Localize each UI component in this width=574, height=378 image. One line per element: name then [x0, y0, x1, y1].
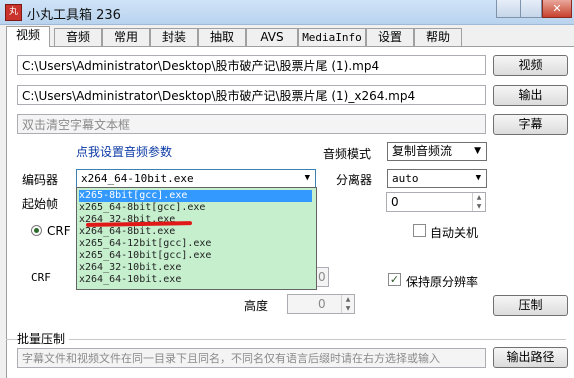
minimize-button[interactable]	[496, 0, 522, 18]
tab-common[interactable]: 常用	[102, 28, 150, 46]
start-frame-value: 0	[391, 195, 399, 209]
audio-params-link[interactable]: 点我设置音频参数	[76, 143, 172, 160]
chevron-down-icon: ▼	[475, 173, 481, 183]
tab-help[interactable]: 帮助	[414, 28, 462, 46]
auto-shutdown-label: 自动关机	[430, 226, 479, 240]
start-frame-label: 起始帧	[22, 197, 59, 211]
encoder-option[interactable]: x264_64-8bit.exe	[79, 226, 312, 238]
app-icon: 丸	[5, 4, 22, 21]
height-label: 高度	[244, 299, 269, 313]
output-path-field[interactable]: C:\Users\Administrator\Desktop\股市破产记\股票片…	[17, 85, 486, 105]
encoder-option[interactable]: x265_64-10bit[gcc].exe	[79, 250, 312, 262]
start-frame-spinner[interactable]: 0 ▲ ▼	[386, 192, 486, 212]
auto-shutdown-checkbox[interactable]	[413, 224, 426, 237]
keep-resolution-checkbox[interactable]: ✓	[388, 273, 401, 286]
height-value: 0	[318, 297, 326, 311]
crf-radio-label: CRF	[47, 224, 71, 238]
radio-dot-icon	[34, 228, 39, 233]
encoder-option[interactable]: x265_64-12bit[gcc].exe	[79, 238, 312, 250]
demuxer-select[interactable]: auto ▼	[387, 169, 487, 188]
chevron-down-icon: ▼	[304, 173, 310, 183]
tab-video[interactable]: 视频	[6, 26, 50, 47]
tab-mediainfo[interactable]: MediaInfo	[298, 28, 366, 46]
encoder-value: x264_64-10bit.exe	[81, 172, 194, 185]
spin-arrows-icon[interactable]: ▲ ▼	[341, 295, 354, 313]
subtitle-button[interactable]: 字幕	[493, 114, 568, 135]
demuxer-value: auto	[392, 172, 419, 185]
encoder-option[interactable]: x264_64-10bit.exe	[79, 274, 312, 286]
crf-radio[interactable]	[31, 225, 42, 236]
audio-mode-label: 音频模式	[323, 147, 372, 161]
keep-resolution-label: 保持原分辨率	[406, 275, 479, 289]
tab-extract[interactable]: 抽取	[198, 28, 246, 46]
demuxer-label: 分离器	[336, 173, 373, 187]
tab-mux[interactable]: 封装	[150, 28, 198, 46]
spin-arrows-icon[interactable]: ▲ ▼	[472, 193, 485, 211]
window-controls: ✕	[496, 0, 572, 19]
title-bar: 丸 小丸工具箱 236 ✕	[0, 0, 574, 25]
batch-label: 批量压制	[17, 330, 70, 347]
window-title: 小丸工具箱 236	[27, 8, 121, 23]
video-button[interactable]: 视频	[493, 55, 568, 76]
batch-divider	[6, 339, 566, 340]
close-button[interactable]: ✕	[542, 0, 572, 18]
tab-avs[interactable]: AVS	[246, 28, 298, 46]
encode-button[interactable]: 压制	[493, 295, 568, 316]
subtitle-field[interactable]: 双击清空字幕文本框	[17, 114, 486, 134]
batch-field[interactable]: 字幕文件和视频文件在同一目录下且同名，不同名仅有语言后缀时请在右方选择或输入	[17, 348, 486, 368]
chevron-down-icon: ▼	[474, 146, 481, 156]
height-spinner[interactable]: 0 ▲ ▼	[287, 294, 355, 314]
encoder-option[interactable]: x265-8bit[gcc].exe	[79, 190, 312, 202]
encoder-option[interactable]: x264_32-10bit.exe	[79, 262, 312, 274]
output-button[interactable]: 输出	[493, 85, 568, 106]
encoder-select[interactable]: x264_64-10bit.exe ▼	[76, 169, 316, 188]
encoder-label: 编码器	[22, 173, 59, 187]
batch-output-button[interactable]: 输出路径	[493, 347, 568, 368]
tab-audio[interactable]: 音频	[54, 28, 102, 46]
audio-mode-value: 复制音频流	[392, 144, 453, 158]
crf-label: CRF	[31, 271, 51, 284]
audio-mode-select[interactable]: 复制音频流 ▼	[387, 142, 487, 161]
encoder-dropdown-list: x265-8bit[gcc].exe x265_64-8bit[gcc].exe…	[76, 187, 317, 290]
tab-settings[interactable]: 设置	[366, 28, 414, 46]
width-value: 0	[318, 270, 326, 284]
maximize-button[interactable]	[520, 0, 542, 18]
encoder-option[interactable]: x265_64-8bit[gcc].exe	[79, 202, 312, 214]
video-path-field[interactable]: C:\Users\Administrator\Desktop\股市破产记\股票片…	[17, 55, 486, 75]
